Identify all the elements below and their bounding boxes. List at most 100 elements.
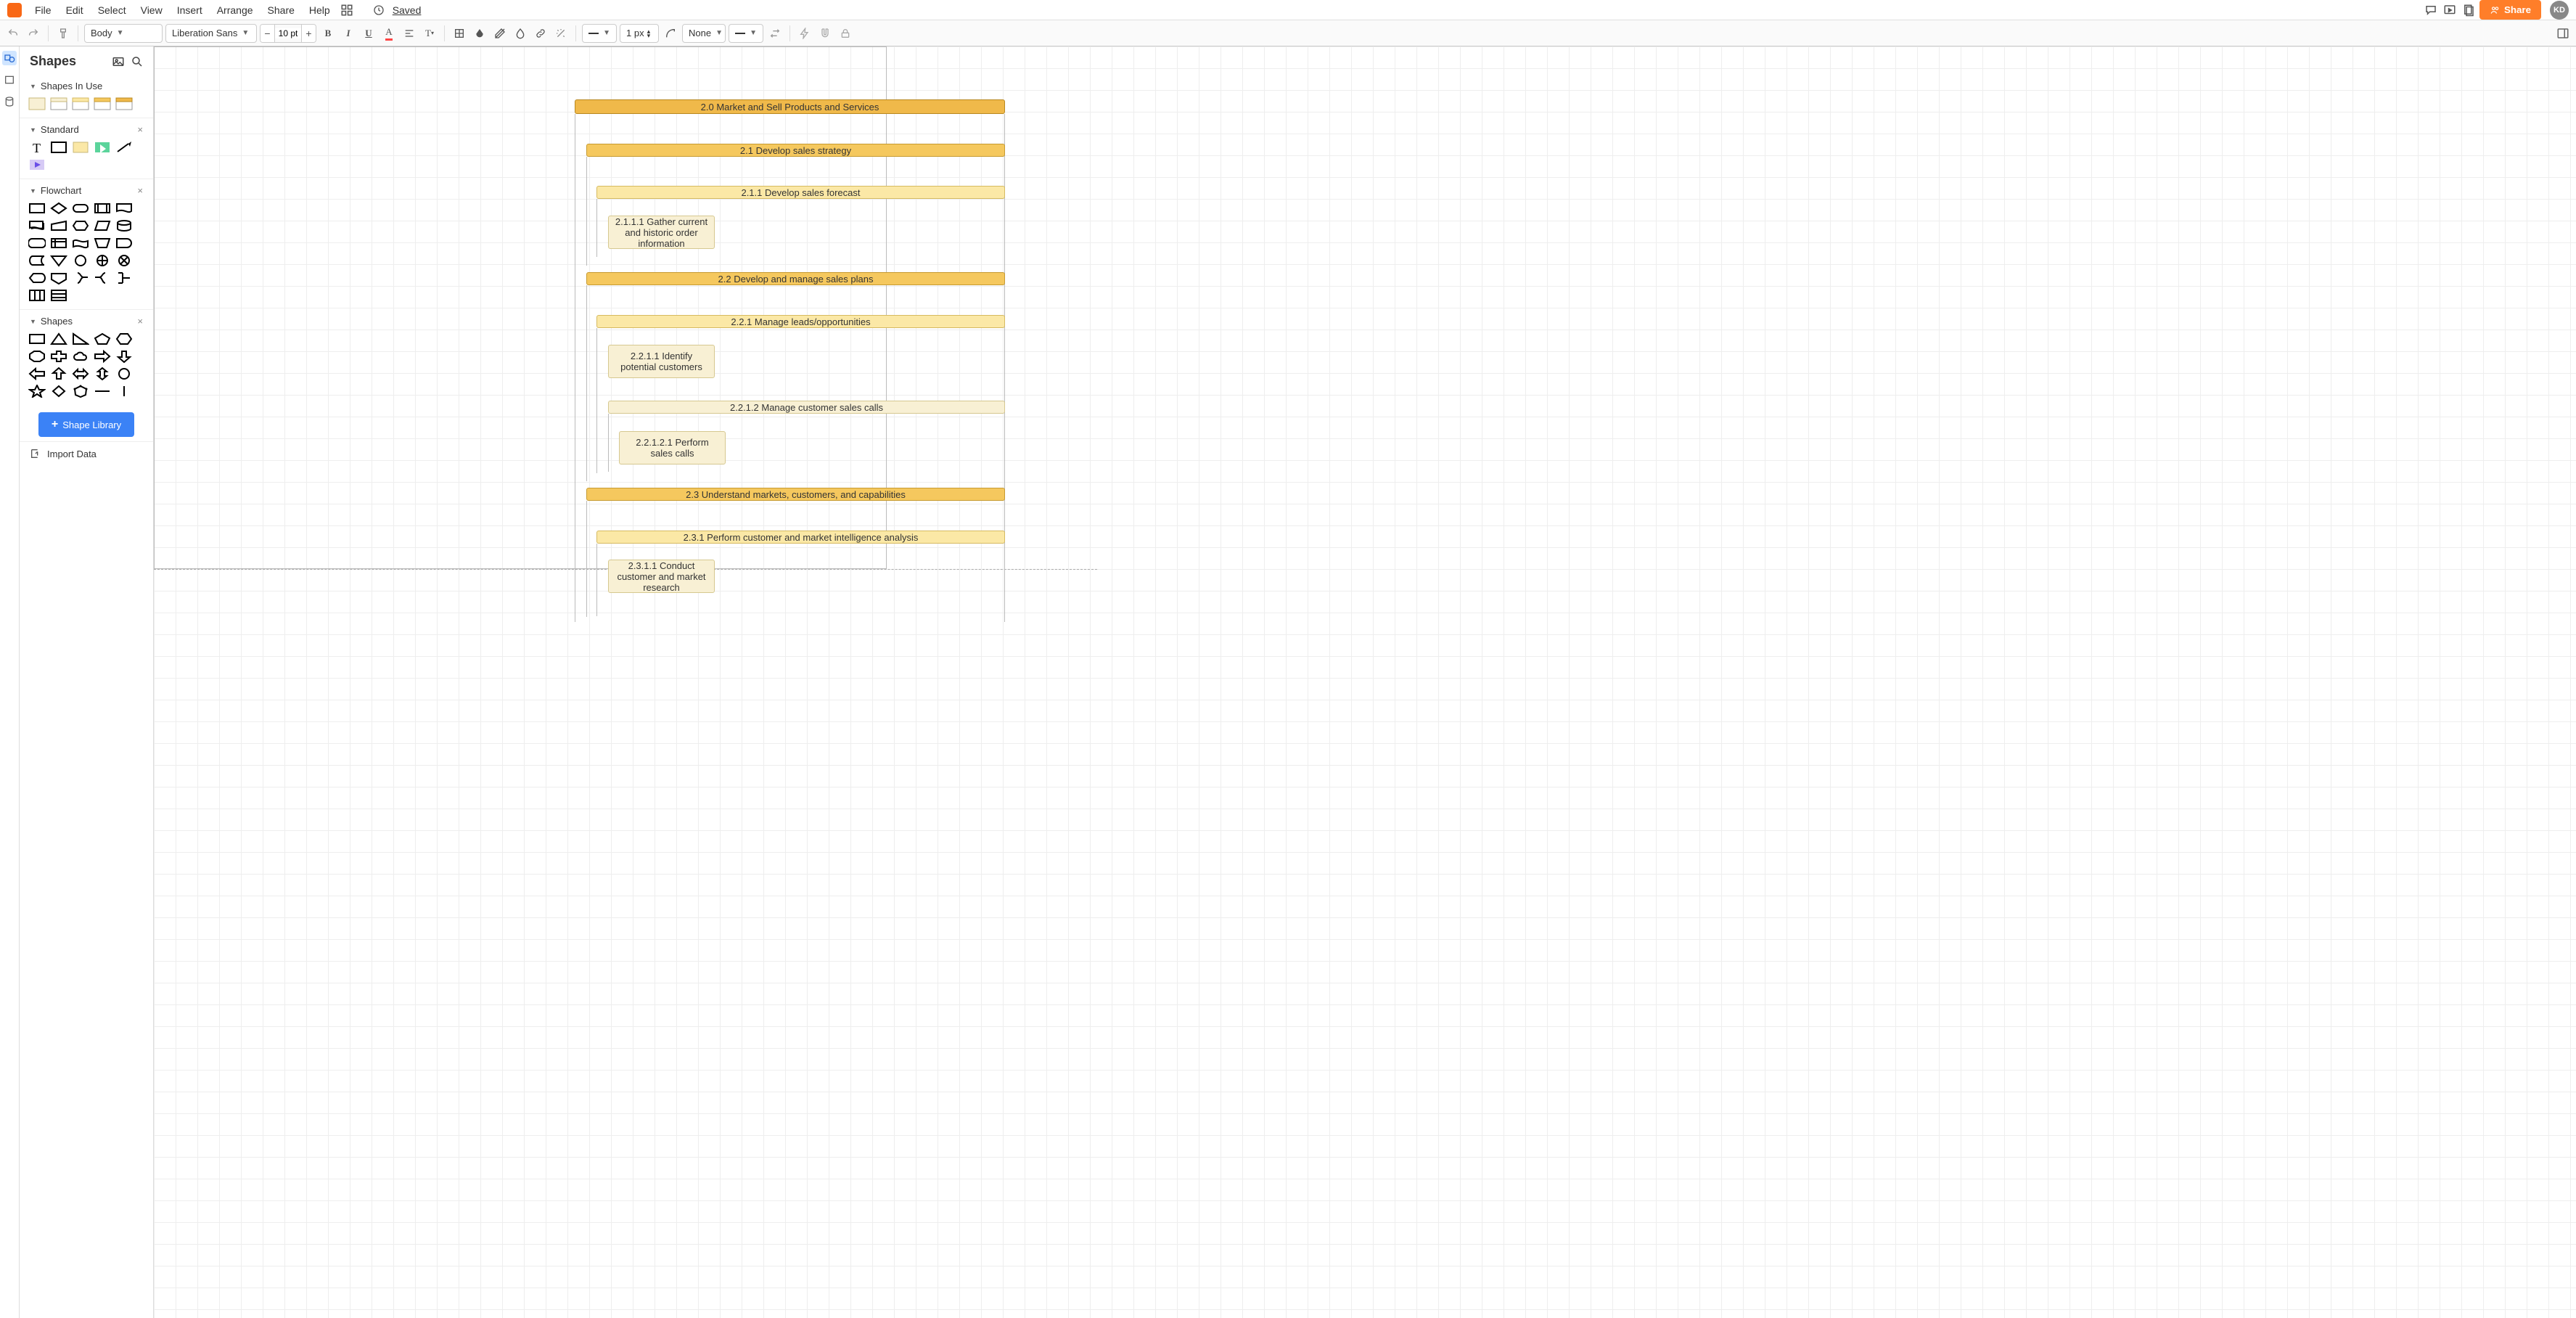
shape-diamond[interactable] (50, 385, 67, 398)
shape-manual-input[interactable] (50, 219, 67, 232)
shape-multidoc[interactable] (28, 219, 46, 232)
shape-preparation[interactable] (72, 219, 89, 232)
text-options-button[interactable]: T▾ (421, 25, 438, 42)
section-header-standard[interactable]: ▼ Standard × (20, 118, 153, 139)
magnet-icon[interactable] (816, 25, 834, 42)
shape-document[interactable] (115, 202, 133, 215)
shape-data[interactable] (94, 219, 111, 232)
line-width-select[interactable]: 1 px ▴▾ (620, 24, 659, 43)
shape-arrow-tool[interactable] (115, 141, 133, 154)
shape-double-arrow-h[interactable] (72, 367, 89, 380)
shape-delay[interactable] (115, 237, 133, 250)
shape-stored[interactable] (28, 254, 46, 267)
shape-up-arrow[interactable] (50, 367, 67, 380)
shape-vline[interactable] (115, 385, 133, 398)
canvas[interactable]: 2.0 Market and Sell Products and Service… (154, 46, 2576, 1318)
import-data-button[interactable]: Import Data (20, 441, 153, 465)
shape-offpage[interactable] (50, 271, 67, 285)
menu-view[interactable]: View (135, 1, 168, 19)
shape-decision[interactable] (50, 202, 67, 215)
lock-icon[interactable] (837, 25, 854, 42)
shape-note-right[interactable] (115, 271, 133, 285)
shape-left-arrow[interactable] (28, 367, 46, 380)
line-end-select[interactable]: ▼ (729, 24, 763, 43)
shape-down-arrow[interactable] (115, 350, 133, 363)
shape-right-arrow[interactable] (94, 350, 111, 363)
menu-insert[interactable]: Insert (171, 1, 208, 19)
font-size-stepper[interactable]: − + (260, 24, 316, 43)
shape-hotspot[interactable] (94, 141, 111, 154)
diagram-node[interactable]: 2.2 Develop and manage sales plans (586, 272, 1005, 285)
line-style-select[interactable]: ▼ (582, 24, 617, 43)
shape-directdata[interactable] (28, 237, 46, 250)
shape-swimlane-h[interactable] (50, 289, 67, 302)
menu-share[interactable]: Share (262, 1, 300, 19)
menu-arrange[interactable]: Arrange (211, 1, 259, 19)
diagram-node[interactable]: 2.3.1 Perform customer and market intell… (596, 531, 1005, 544)
font-size-input[interactable] (275, 28, 301, 38)
diagram-node[interactable]: 2.0 Market and Sell Products and Service… (575, 99, 1005, 114)
shape-merge[interactable] (50, 254, 67, 267)
rail-shapes-button[interactable] (2, 51, 17, 65)
diagram-node[interactable]: 2.3 Understand markets, customers, and c… (586, 488, 1005, 501)
shape-circle[interactable] (115, 367, 133, 380)
share-button[interactable]: Share (2479, 0, 2541, 20)
shape-process[interactable] (28, 202, 46, 215)
shape-sum[interactable] (115, 254, 133, 267)
shape-swimlane-v[interactable] (28, 289, 46, 302)
diagram-node[interactable]: 2.1.1 Develop sales forecast (596, 186, 1005, 199)
magic-button[interactable] (552, 25, 570, 42)
shape-display[interactable] (28, 271, 46, 285)
underline-button[interactable]: U (360, 25, 377, 42)
shape-hexagon[interactable] (115, 332, 133, 345)
shape-swatch[interactable] (94, 97, 111, 110)
section-header-inuse[interactable]: ▼ Shapes In Use (20, 75, 153, 96)
close-icon[interactable]: × (137, 124, 143, 135)
redo-button[interactable] (25, 25, 42, 42)
align-button[interactable] (401, 25, 418, 42)
link-button[interactable] (532, 25, 549, 42)
shape-triangle[interactable] (50, 332, 67, 345)
right-panel-toggle[interactable] (2554, 25, 2572, 42)
avatar[interactable]: KD (2550, 1, 2569, 20)
shape-star[interactable] (28, 385, 46, 398)
line-start-select[interactable]: None▼ (682, 24, 726, 43)
shape-bracket-open[interactable] (94, 271, 111, 285)
menu-edit[interactable]: Edit (60, 1, 89, 19)
menu-file[interactable]: File (29, 1, 57, 19)
rail-outline-button[interactable] (2, 73, 17, 87)
shape-right-triangle[interactable] (72, 332, 89, 345)
shape-play[interactable] (28, 158, 46, 171)
style-select[interactable]: Body▼ (84, 24, 163, 43)
font-size-decrease[interactable]: − (261, 25, 275, 42)
undo-button[interactable] (4, 25, 22, 42)
diagram-node[interactable]: 2.1 Develop sales strategy (586, 144, 1005, 157)
shape-pentagon[interactable] (94, 332, 111, 345)
section-header-flowchart[interactable]: ▼ Flowchart × (20, 179, 153, 200)
section-header-shapes[interactable]: ▼ Shapes × (20, 310, 153, 331)
rail-data-button[interactable] (2, 94, 17, 109)
shape-polygon[interactable] (72, 385, 89, 398)
shape-fill-button[interactable] (451, 25, 468, 42)
shape-note[interactable] (72, 141, 89, 154)
shape-predefined[interactable] (94, 202, 111, 215)
shape-rect[interactable] (50, 141, 67, 154)
bolt-icon[interactable] (796, 25, 813, 42)
close-icon[interactable]: × (137, 185, 143, 196)
shape-bracket-close[interactable] (72, 271, 89, 285)
shape-rectangle[interactable] (28, 332, 46, 345)
shape-cross[interactable] (50, 350, 67, 363)
diagram-node[interactable]: 2.3.1.1 Conduct customer and market rese… (608, 560, 715, 593)
history-icon[interactable] (371, 2, 387, 18)
diagram-node[interactable]: 2.2.1.2 Manage customer sales calls (608, 401, 1005, 414)
menu-select[interactable]: Select (92, 1, 132, 19)
shape-database[interactable] (115, 219, 133, 232)
shape-cloud[interactable] (72, 350, 89, 363)
bold-button[interactable]: B (319, 25, 337, 42)
diagram-node[interactable]: 2.1.1.1 Gather current and historic orde… (608, 216, 715, 249)
diagram-node[interactable]: 2.2.1.1 Identify potential customers (608, 345, 715, 378)
diagram-node[interactable]: 2.2.1.2.1 Perform sales calls (619, 431, 726, 464)
diagram-node[interactable]: 2.2.1 Manage leads/opportunities (596, 315, 1005, 328)
shape-terminator[interactable] (72, 202, 89, 215)
shape-text[interactable]: T (28, 141, 46, 154)
